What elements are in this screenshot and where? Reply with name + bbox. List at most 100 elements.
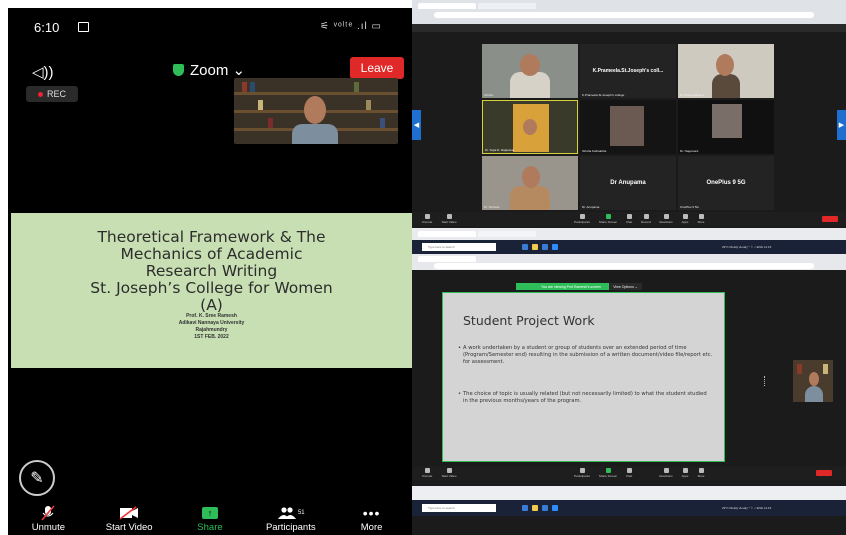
more-control[interactable]: More — [694, 214, 708, 224]
speaker-icon[interactable]: ◁)) — [32, 63, 54, 81]
chat-control[interactable]: Chat — [622, 468, 636, 478]
record-control[interactable]: Record — [638, 214, 654, 224]
unmute-button[interactable]: Unmute — [13, 505, 83, 533]
book — [242, 82, 247, 92]
meeting-title[interactable]: Zoom ⌄ — [173, 61, 245, 79]
toolbar-label: Apps — [681, 220, 689, 224]
tile-label: Sirisha Kothaletha — [582, 149, 607, 153]
drag-handle-icon[interactable] — [764, 376, 765, 386]
gallery-notification-icon — [78, 22, 89, 32]
tile-label: Dr. Nagamani — [680, 149, 699, 153]
share-screen-control[interactable]: Share Screen — [596, 214, 620, 224]
video-tile[interactable]: Sirisha Kothaletha — [580, 100, 676, 154]
unmute-control[interactable]: Unmute — [418, 214, 436, 224]
taskbar-search[interactable]: Type here to search — [422, 243, 496, 251]
toolbar-label: Record — [641, 220, 651, 224]
browser-tab[interactable] — [418, 3, 476, 9]
participants-control[interactable]: Participants — [570, 468, 594, 478]
share-button[interactable]: ↑ Share — [175, 505, 245, 533]
video-tile[interactable]: Dr. Nagamani — [678, 100, 774, 154]
more-icon — [698, 468, 704, 473]
chat-icon — [626, 468, 632, 473]
reactions-control[interactable]: Reactions — [656, 468, 676, 478]
shield-icon — [173, 64, 184, 76]
chat-icon — [626, 214, 632, 219]
share-icon — [605, 468, 611, 473]
tile-label: Dr. Srinivas — [484, 205, 500, 209]
toolbar-label: Share Screen — [598, 474, 618, 478]
url-bar[interactable] — [434, 12, 814, 18]
taskbar-app-icon[interactable] — [542, 244, 548, 250]
apps-control[interactable]: Apps — [678, 468, 692, 478]
tile-label: Dr. Sujai D. Rajasekar — [485, 148, 515, 152]
meeting-toolbar: Unmute Start Video ↑ Share 51 Participan… — [8, 503, 412, 535]
toolbar-label: More — [697, 220, 705, 224]
taskbar: Type here to search 29°C Mostly cloudy ^… — [412, 500, 846, 516]
toolbar-label: Reactions — [659, 474, 673, 478]
start-video-control[interactable]: Start Video — [438, 214, 460, 224]
person — [510, 186, 550, 210]
share-label: Share — [197, 522, 223, 533]
next-page-arrow-icon[interactable]: ▶ — [837, 110, 846, 140]
end-meeting-button[interactable] — [822, 216, 838, 222]
slide-date: 1ST FEB. 2022 — [194, 334, 229, 340]
browser-tab[interactable] — [418, 256, 476, 262]
url-bar[interactable] — [434, 263, 814, 269]
participants-control[interactable]: Participants — [570, 214, 594, 224]
video-tile-active[interactable]: Dr. Sujai D. Rajasekar — [482, 100, 578, 154]
speaker-thumbnail-video[interactable] — [793, 360, 833, 402]
folder-icon[interactable] — [532, 505, 538, 511]
slide-bullet: The choice of topic is usually related (… — [458, 391, 713, 405]
taskbar-search[interactable]: Type here to search — [422, 504, 496, 512]
video-tile[interactable]: Dr. Srinivas — [482, 156, 578, 210]
start-video-label: Start Video — [105, 522, 153, 533]
browser-chrome — [412, 228, 846, 240]
person-head — [809, 372, 819, 386]
book — [380, 118, 385, 128]
video-tile[interactable]: Dr Bhagyalakshmi — [678, 44, 774, 98]
video-tile[interactable]: Dr Anupama Dr. Anupama — [580, 156, 676, 210]
active-speaker-video[interactable] — [234, 78, 398, 144]
taskbar-app-icon[interactable] — [542, 505, 548, 511]
folder-icon[interactable] — [532, 244, 538, 250]
start-video-control[interactable]: Start Video — [438, 468, 460, 478]
participants-button[interactable]: 51 Participants — [256, 505, 326, 533]
apps-control[interactable]: Apps — [678, 214, 692, 224]
toolbar-label: Participants — [574, 474, 590, 478]
video-icon — [446, 214, 452, 219]
slide-title: Theoretical Framework & The Mechanics of… — [11, 229, 412, 314]
view-options-dropdown[interactable]: View Options ⌄ — [609, 283, 642, 290]
more-button[interactable]: ••• More — [337, 505, 407, 533]
person-head — [716, 54, 734, 76]
browser-tab[interactable] — [478, 231, 536, 237]
taskbar-app-icon[interactable] — [522, 505, 528, 511]
video-tile[interactable]: OnePlus 9 5G OnePlus 9 5G — [678, 156, 774, 210]
taskbar-app-icon[interactable] — [522, 244, 528, 250]
rec-label: REC — [46, 89, 66, 99]
video-tile[interactable]: Sindhu — [482, 44, 578, 98]
share-icon — [605, 214, 611, 219]
start-video-button[interactable]: Start Video — [94, 505, 164, 533]
book — [258, 100, 263, 110]
annotate-pencil-icon[interactable]: ✎ — [19, 460, 55, 496]
browser-tab[interactable] — [478, 3, 536, 9]
share-screen-control[interactable]: Share Screen — [596, 468, 620, 478]
browser-tab[interactable] — [418, 231, 476, 237]
unmute-control[interactable]: Unmute — [418, 468, 436, 478]
tile-name: K.Prameela.St.Joseph's coll... — [592, 68, 664, 74]
video-tile[interactable]: K.Prameela.St.Joseph's coll... K.Prameel… — [580, 44, 676, 98]
tile-name: OnePlus 9 5G — [706, 180, 746, 186]
zoom-app-icon[interactable] — [552, 244, 558, 250]
more-control[interactable]: More — [694, 468, 708, 478]
record-dot-icon — [37, 91, 43, 97]
leave-button[interactable]: Leave — [350, 57, 404, 79]
reactions-control[interactable]: Reactions — [656, 214, 676, 224]
status-icons: ⚟ ᵛᵒˡᵗᵉ .ıl ▭ — [320, 21, 382, 32]
chat-control[interactable]: Chat — [622, 214, 636, 224]
browser-chrome — [412, 0, 846, 24]
end-meeting-button[interactable] — [816, 470, 832, 476]
zoom-app-icon[interactable] — [552, 505, 558, 511]
prev-page-arrow-icon[interactable]: ◀ — [412, 110, 421, 140]
slide-title-line: St. Joseph’s College for Women — [90, 279, 333, 297]
slide-title-line: (A) — [200, 296, 223, 314]
